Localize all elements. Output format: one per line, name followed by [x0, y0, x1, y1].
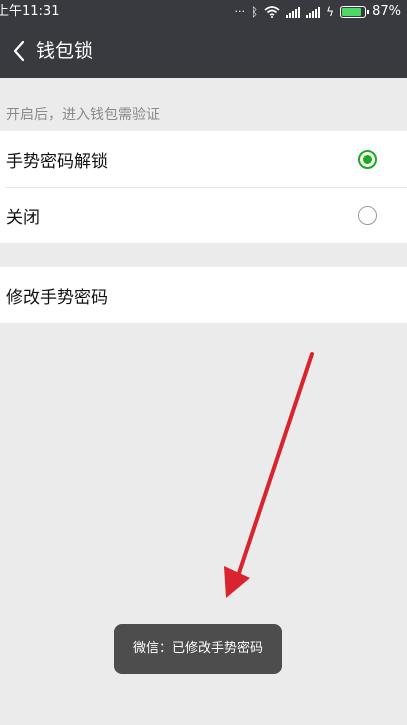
battery-percent: 87%	[372, 4, 401, 19]
annotation-arrow-head	[224, 566, 250, 598]
top-bar: 上午11:31 ··· ᛒ ϟ 87% 钱包锁	[0, 0, 407, 78]
page-title: 钱包锁	[36, 40, 94, 62]
toast-message: 微信：已修改手势密码	[114, 624, 282, 674]
radio-off[interactable]	[358, 206, 377, 225]
option-off[interactable]: 关闭	[0, 187, 407, 243]
modify-gesture-button[interactable]: 修改手势密码	[0, 267, 407, 323]
battery-icon	[340, 6, 370, 18]
option-label: 关闭	[6, 207, 40, 228]
section-hint: 开启后，进入钱包需验证	[6, 107, 160, 123]
modify-gesture-group: 修改手势密码	[0, 267, 407, 323]
status-icons: ··· ᛒ ϟ 87%	[234, 0, 401, 24]
option-gesture-unlock[interactable]: 手势密码解锁	[0, 131, 407, 187]
signal-icon-1	[286, 6, 301, 18]
alarm-icon: ···	[234, 5, 245, 18]
modify-gesture-label: 修改手势密码	[6, 287, 108, 308]
battery-fill	[342, 8, 362, 16]
status-bar: 上午11:31 ··· ᛒ ϟ 87%	[0, 0, 407, 24]
option-label: 手势密码解锁	[6, 151, 108, 172]
nav-bar: 钱包锁	[0, 24, 407, 78]
annotation-arrow-shaft	[234, 352, 314, 584]
charging-icon: ϟ	[326, 5, 335, 19]
status-time: 上午11:31	[0, 4, 60, 19]
signal-icon-2	[306, 6, 321, 18]
lock-options-group: 手势密码解锁 关闭	[0, 131, 407, 243]
radio-gesture-unlock[interactable]	[358, 150, 377, 169]
chevron-left-icon	[13, 40, 25, 62]
back-button[interactable]	[8, 36, 36, 66]
wifi-icon	[264, 6, 280, 18]
bluetooth-icon: ᛒ	[250, 5, 259, 19]
